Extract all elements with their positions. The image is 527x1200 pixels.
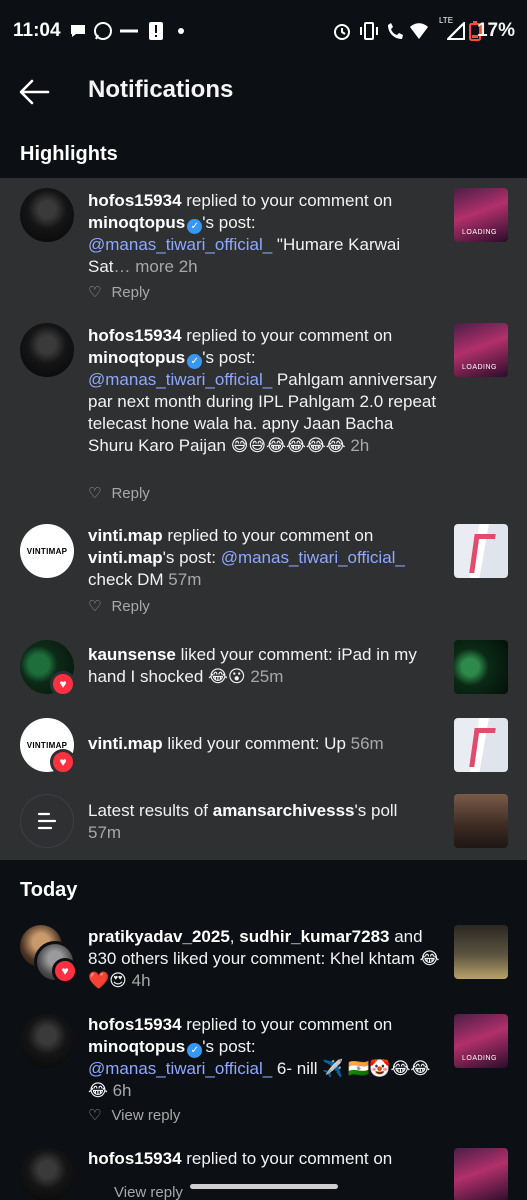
- username[interactable]: vinti.map: [88, 526, 163, 545]
- verified-badge-icon: ✓: [187, 1043, 203, 1058]
- username[interactable]: hofos15934: [88, 326, 182, 345]
- timestamp: 25m: [245, 667, 284, 686]
- notification-item[interactable]: ♥ kaunsense liked your comment: iPad in …: [0, 630, 527, 710]
- highlights-section: hofos15934 replied to your comment on mi…: [0, 178, 527, 860]
- notification-item[interactable]: hofos15934 replied to your comment on mi…: [0, 178, 527, 318]
- wifi-call-icon: [384, 20, 406, 42]
- notification-item[interactable]: hofos15934 replied to your comment on Vi…: [0, 1140, 527, 1200]
- username[interactable]: hofos15934: [88, 191, 182, 210]
- notification-item[interactable]: VINTIMAP vinti.map replied to your comme…: [0, 514, 527, 624]
- notification-text: vinti.map replied to your comment on vin…: [88, 526, 405, 589]
- post-thumbnail[interactable]: [454, 718, 508, 772]
- post-thumbnail[interactable]: LOADING: [454, 1014, 508, 1068]
- status-time: 11:04: [13, 20, 61, 41]
- mention-link[interactable]: @manas_tiwari_official_: [221, 548, 405, 567]
- username[interactable]: minoqtopus: [88, 1037, 185, 1056]
- post-thumbnail[interactable]: [454, 524, 508, 578]
- reply-button[interactable]: ♡ Reply: [88, 283, 150, 302]
- notification-text: vinti.map liked your comment: Up 56m: [88, 734, 384, 753]
- status-bar: 11:04 LTE 17%: [0, 0, 527, 64]
- notification-item[interactable]: hofos15934 replied to your comment on mi…: [0, 1004, 527, 1139]
- post-thumbnail[interactable]: LOADING: [454, 188, 508, 242]
- reply-button[interactable]: ♡ Reply: [88, 484, 150, 503]
- mention-link[interactable]: @manas_tiwari_official_: [88, 370, 272, 389]
- mention-link[interactable]: @manas_tiwari_official_: [88, 235, 272, 254]
- alert-icon: [148, 20, 164, 42]
- post-thumbnail[interactable]: [454, 640, 508, 694]
- alarm-icon: [332, 20, 352, 42]
- view-reply-button[interactable]: ♡ View reply: [88, 1106, 180, 1125]
- dot-icon: [176, 20, 186, 42]
- timestamp: 2h: [174, 257, 198, 276]
- avatar[interactable]: [20, 1014, 74, 1068]
- heart-outline-icon[interactable]: ♡: [88, 597, 101, 615]
- notification-text: kaunsense liked your comment: iPad in my…: [88, 645, 417, 686]
- heart-outline-icon[interactable]: ♡: [88, 1106, 101, 1124]
- username[interactable]: vinti.map: [88, 548, 163, 567]
- more-link[interactable]: … more: [114, 257, 174, 276]
- username[interactable]: sudhir_kumar7283: [239, 927, 389, 946]
- whatsapp-icon: [92, 20, 114, 42]
- username[interactable]: amansarchivesss: [213, 801, 355, 820]
- timestamp: 57m: [88, 823, 122, 842]
- username[interactable]: hofos15934: [88, 1149, 182, 1168]
- notification-text: hofos15934 replied to your comment on mi…: [88, 1015, 431, 1100]
- wifi-icon: [408, 20, 430, 42]
- notification-text: hofos15934 replied to your comment on: [88, 1149, 393, 1168]
- timestamp: 57m: [163, 570, 202, 589]
- page-title: Notifications: [88, 76, 234, 103]
- back-arrow-icon[interactable]: [18, 78, 50, 106]
- heart-badge-icon: ♥: [52, 958, 78, 984]
- verified-badge-icon: ✓: [187, 354, 203, 369]
- verified-badge-icon: ✓: [187, 219, 203, 234]
- notification-text: hofos15934 replied to your comment on mi…: [88, 191, 401, 276]
- reply-button[interactable]: ♡ Reply: [88, 597, 150, 616]
- notification-item[interactable]: ♥ pratikyadav_2025, sudhir_kumar7283 and…: [0, 915, 527, 1005]
- username[interactable]: minoqtopus: [88, 348, 185, 367]
- timestamp: 6h: [107, 1081, 132, 1100]
- username[interactable]: hofos15934: [88, 1015, 182, 1034]
- home-indicator[interactable]: [190, 1184, 338, 1189]
- avatar[interactable]: [20, 323, 74, 377]
- post-thumbnail[interactable]: [454, 925, 508, 979]
- vibrate-icon: [358, 20, 380, 42]
- heart-outline-icon[interactable]: ♡: [88, 484, 101, 502]
- section-heading-highlights: Highlights: [20, 143, 118, 165]
- username[interactable]: kaunsense: [88, 645, 176, 664]
- app-notification-icon: [118, 20, 140, 42]
- post-thumbnail[interactable]: [454, 794, 508, 848]
- view-reply-button[interactable]: View reply: [114, 1184, 183, 1200]
- mention-link[interactable]: @manas_tiwari_official_: [88, 1059, 272, 1078]
- heart-outline-icon[interactable]: ♡: [88, 283, 101, 301]
- heart-badge-icon: ♥: [50, 749, 76, 775]
- avatar[interactable]: [20, 1148, 74, 1200]
- post-thumbnail[interactable]: LOADING: [454, 323, 508, 377]
- post-thumbnail[interactable]: [454, 1148, 508, 1200]
- timestamp: 2h: [345, 436, 370, 455]
- poll-icon: [20, 794, 74, 848]
- chat-bubble-icon: [68, 20, 88, 42]
- notification-text: pratikyadav_2025, sudhir_kumar7283 and 8…: [88, 927, 440, 990]
- username[interactable]: minoqtopus: [88, 213, 185, 232]
- username[interactable]: vinti.map: [88, 734, 163, 753]
- notification-item[interactable]: hofos15934 replied to your comment on mi…: [0, 313, 527, 513]
- signal-icon: [446, 20, 466, 42]
- notification-text: hofos15934 replied to your comment on mi…: [88, 326, 437, 455]
- heart-badge-icon: ♥: [50, 671, 76, 697]
- avatar[interactable]: VINTIMAP: [20, 524, 74, 578]
- battery-percent: 17%: [476, 20, 515, 41]
- notification-item[interactable]: Latest results of amansarchivesss's poll…: [0, 786, 527, 860]
- timestamp: 4h: [126, 971, 151, 990]
- username[interactable]: pratikyadav_2025: [88, 927, 230, 946]
- notification-item[interactable]: VINTIMAP ♥ vinti.map liked your comment:…: [0, 708, 527, 788]
- timestamp: 56m: [345, 734, 384, 753]
- app-bar: Notifications: [0, 64, 527, 120]
- notification-text: Latest results of amansarchivesss's poll…: [88, 801, 398, 842]
- avatar[interactable]: [20, 188, 74, 242]
- section-heading-today: Today: [20, 879, 78, 901]
